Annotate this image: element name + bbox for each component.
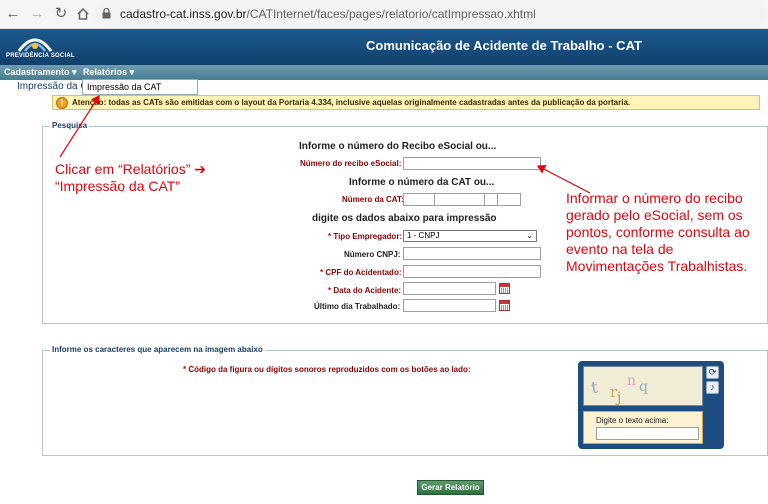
annotation-left: Clicar em “Relatórios” ➔ “Impressão da C… [55, 161, 206, 194]
annotation-right: Informar o número do recibo gerado pelo … [566, 190, 750, 274]
